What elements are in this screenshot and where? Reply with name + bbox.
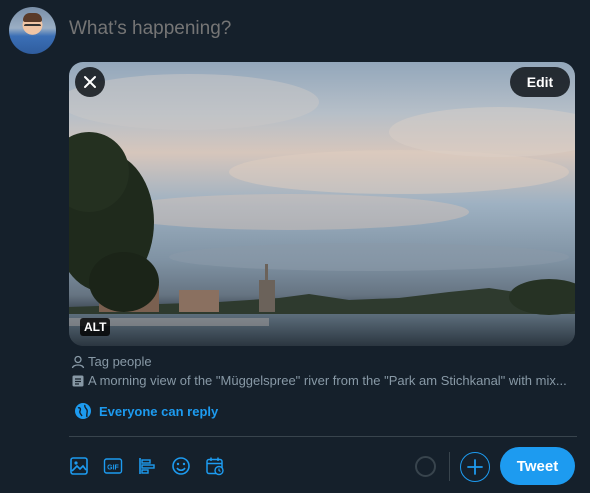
- divider: [69, 436, 577, 437]
- schedule-icon: [206, 457, 224, 476]
- poll-icon: [139, 458, 155, 474]
- image-icon: [70, 457, 88, 475]
- edit-media-button[interactable]: Edit: [510, 67, 570, 97]
- add-tweet-button[interactable]: [460, 452, 490, 482]
- character-counter: [415, 456, 436, 477]
- gif-button[interactable]: GIF: [101, 454, 125, 478]
- remove-media-button[interactable]: [75, 67, 105, 97]
- tweet-button[interactable]: Tweet: [500, 447, 575, 485]
- alt-badge[interactable]: ALT: [80, 318, 111, 336]
- close-icon: [84, 76, 96, 88]
- gif-icon: GIF: [103, 458, 123, 474]
- tag-people-label: Tag people: [88, 354, 152, 369]
- person-icon: [71, 355, 85, 368]
- emoji-icon: [172, 457, 190, 475]
- compose-input[interactable]: [69, 18, 569, 40]
- schedule-button[interactable]: [203, 454, 227, 478]
- emoji-button[interactable]: [169, 454, 193, 478]
- globe-icon: [75, 403, 91, 419]
- avatar-glasses: [24, 24, 41, 28]
- attached-image[interactable]: [69, 62, 575, 346]
- image-description-button[interactable]: A morning view of the "Müggelspree" rive…: [71, 373, 575, 388]
- plus-icon: [467, 459, 483, 475]
- image-description-text: A morning view of the "Müggelspree" rive…: [88, 373, 567, 388]
- compose-toolbar: GIF: [67, 454, 227, 478]
- poll-button[interactable]: [135, 454, 159, 478]
- reply-settings-button[interactable]: Everyone can reply: [74, 402, 218, 420]
- document-icon: [72, 375, 84, 386]
- avatar[interactable]: [9, 7, 56, 54]
- reply-settings-label: Everyone can reply: [99, 403, 219, 419]
- vertical-divider: [449, 452, 450, 481]
- svg-text:GIF: GIF: [107, 465, 119, 472]
- tag-people-button[interactable]: Tag people: [71, 354, 152, 369]
- image-scene: [69, 74, 575, 346]
- avatar-hair: [23, 13, 42, 22]
- media-button[interactable]: [67, 454, 91, 478]
